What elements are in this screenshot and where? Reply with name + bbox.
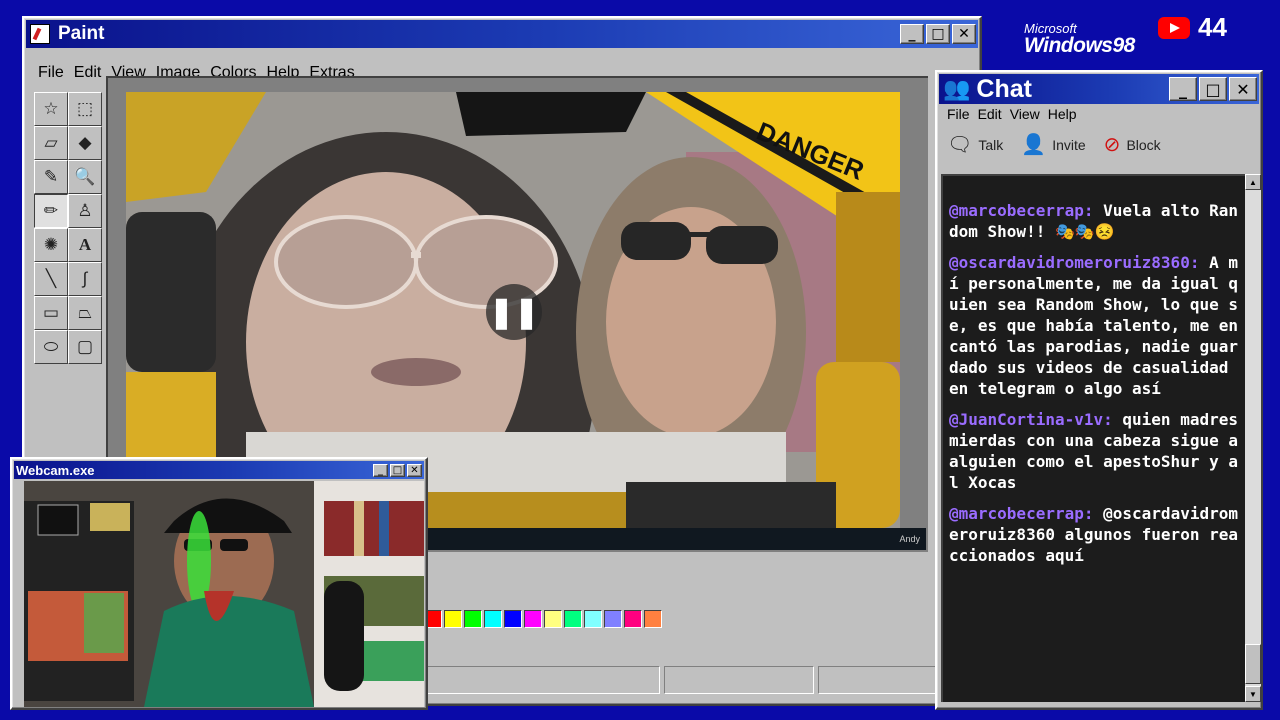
paint-titlebar[interactable]: Paint _ □ ✕: [26, 20, 978, 48]
chat-titlebar[interactable]: 👥 Chat _ □ ✕: [939, 74, 1259, 104]
windows98-logo: Microsoft Windows98: [1024, 22, 1135, 56]
talk-label: Talk: [978, 136, 1004, 153]
chat-username: @JuanCortina-v1v:: [949, 410, 1113, 429]
webcam-title: Webcam.exe: [16, 462, 95, 478]
chat-menu-file[interactable]: File: [945, 106, 976, 122]
chat-message: @JuanCortina-v1v: quien madres mierdas c…: [949, 409, 1241, 493]
close-button[interactable]: ✕: [952, 24, 976, 44]
palette-swatch[interactable]: [444, 610, 462, 628]
paint-toolbox: ☆ ⬚ ▱ ◆ ✎ 🔍 ✏ ♙ ✺ A ╲ ∫ ▭ ⏢ ⬭ ▢: [34, 92, 106, 462]
free-select-icon[interactable]: ☆: [34, 92, 68, 126]
curve-icon[interactable]: ∫: [68, 262, 102, 296]
chat-window: 👥 Chat _ □ ✕ File Edit View Help 🗨 Talk …: [935, 70, 1263, 710]
palette-swatch[interactable]: [464, 610, 482, 628]
webcam-titlebar[interactable]: Webcam.exe _ □ ✕: [14, 461, 424, 479]
palette-swatch[interactable]: [524, 610, 542, 628]
chat-close-button[interactable]: ✕: [1229, 77, 1257, 101]
block-icon: ⊘: [1103, 134, 1121, 156]
chat-username: @marcobecerrap:: [949, 201, 1094, 220]
youtube-icon: [1158, 16, 1190, 39]
maximize-button[interactable]: □: [926, 24, 950, 44]
magnifier-icon[interactable]: 🔍: [68, 160, 102, 194]
airbrush-icon[interactable]: ✺: [34, 228, 68, 262]
ellipse-icon[interactable]: ⬭: [34, 330, 68, 364]
youtube-count: 44: [1198, 12, 1227, 42]
minimize-button[interactable]: _: [900, 24, 924, 44]
chat-username: @oscardavidromeroruiz8360:: [949, 253, 1200, 272]
block-label: Block: [1126, 136, 1161, 153]
rounded-rect-icon[interactable]: ▢: [68, 330, 102, 364]
messenger-icon: 👥: [943, 76, 971, 101]
chat-username: @marcobecerrap:: [949, 504, 1094, 523]
chat-menubar: File Edit View Help: [945, 106, 1083, 122]
menu-file[interactable]: File: [34, 64, 70, 82]
webcam-close-button[interactable]: ✕: [407, 463, 422, 477]
paint-title: Paint: [58, 23, 105, 44]
polygon-icon[interactable]: ⏢: [68, 296, 102, 330]
chat-menu-edit[interactable]: Edit: [976, 106, 1008, 122]
scroll-thumb[interactable]: [1245, 644, 1261, 684]
palette-swatch[interactable]: [604, 610, 622, 628]
palette-swatch[interactable]: [504, 610, 522, 628]
palette-swatch[interactable]: [564, 610, 582, 628]
chat-scrollbar[interactable]: ▲ ▼: [1245, 174, 1261, 702]
palette-swatch[interactable]: [624, 610, 642, 628]
scroll-up-button[interactable]: ▲: [1245, 174, 1261, 190]
line-icon[interactable]: ╲: [34, 262, 68, 296]
palette-swatch[interactable]: [644, 610, 662, 628]
paint-app-icon: [30, 24, 50, 44]
eraser-icon[interactable]: ▱: [34, 126, 68, 160]
color-picker-icon[interactable]: ✎: [34, 160, 68, 194]
chat-minimize-button[interactable]: _: [1169, 77, 1197, 101]
scroll-down-button[interactable]: ▼: [1245, 686, 1261, 702]
text-icon[interactable]: A: [68, 228, 102, 262]
chat-maximize-button[interactable]: □: [1199, 77, 1227, 101]
windows98-label: Windows98: [1024, 34, 1135, 57]
chat-messages[interactable]: @marcobecerrap: Vuela alto Random Show!!…: [941, 174, 1247, 702]
chat-text: A mí personalmente, me da igual quien se…: [949, 253, 1238, 398]
paint-statusbar: [424, 666, 968, 694]
chat-toolbar: 🗨 Talk 👤 Invite ⊘ Block: [947, 132, 1161, 157]
palette-swatch[interactable]: [544, 610, 562, 628]
pause-button[interactable]: ❚❚: [486, 284, 542, 340]
block-button[interactable]: ⊘ Block: [1104, 132, 1161, 157]
webcam-window: Webcam.exe _ □ ✕: [10, 457, 428, 710]
webcam-scene: [24, 481, 424, 707]
color-palette: [424, 610, 662, 628]
webcam-minimize-button[interactable]: _: [373, 463, 388, 477]
chat-message: @marcobecerrap: Vuela alto Random Show!!…: [949, 200, 1241, 242]
rectangle-icon[interactable]: ▭: [34, 296, 68, 330]
invite-label: Invite: [1052, 136, 1086, 153]
chat-title: Chat: [976, 74, 1032, 103]
status-cell-1: [424, 666, 660, 694]
palette-swatch[interactable]: [484, 610, 502, 628]
palette-swatch[interactable]: [584, 610, 602, 628]
menu-edit[interactable]: Edit: [70, 64, 108, 82]
brush-icon[interactable]: ♙: [68, 194, 102, 228]
webcam-feed: [24, 481, 424, 707]
youtube-counter: 44: [1158, 12, 1227, 43]
status-cell-2: [664, 666, 814, 694]
rect-select-icon[interactable]: ⬚: [68, 92, 102, 126]
pencil-icon[interactable]: ✏: [34, 194, 68, 228]
fill-icon[interactable]: ◆: [68, 126, 102, 160]
talk-icon: 🗨: [947, 134, 973, 156]
chat-menu-help[interactable]: Help: [1046, 106, 1083, 122]
talk-button[interactable]: 🗨 Talk: [947, 132, 1003, 157]
chat-message: @oscardavidromeroruiz8360: A mí personal…: [949, 252, 1241, 399]
chat-menu-view[interactable]: View: [1008, 106, 1046, 122]
chat-message: @marcobecerrap: @oscardavidromeroruiz836…: [949, 503, 1241, 566]
invite-icon: 👤: [1021, 134, 1047, 156]
webcam-maximize-button[interactable]: □: [390, 463, 405, 477]
invite-button[interactable]: 👤 Invite: [1021, 132, 1085, 157]
